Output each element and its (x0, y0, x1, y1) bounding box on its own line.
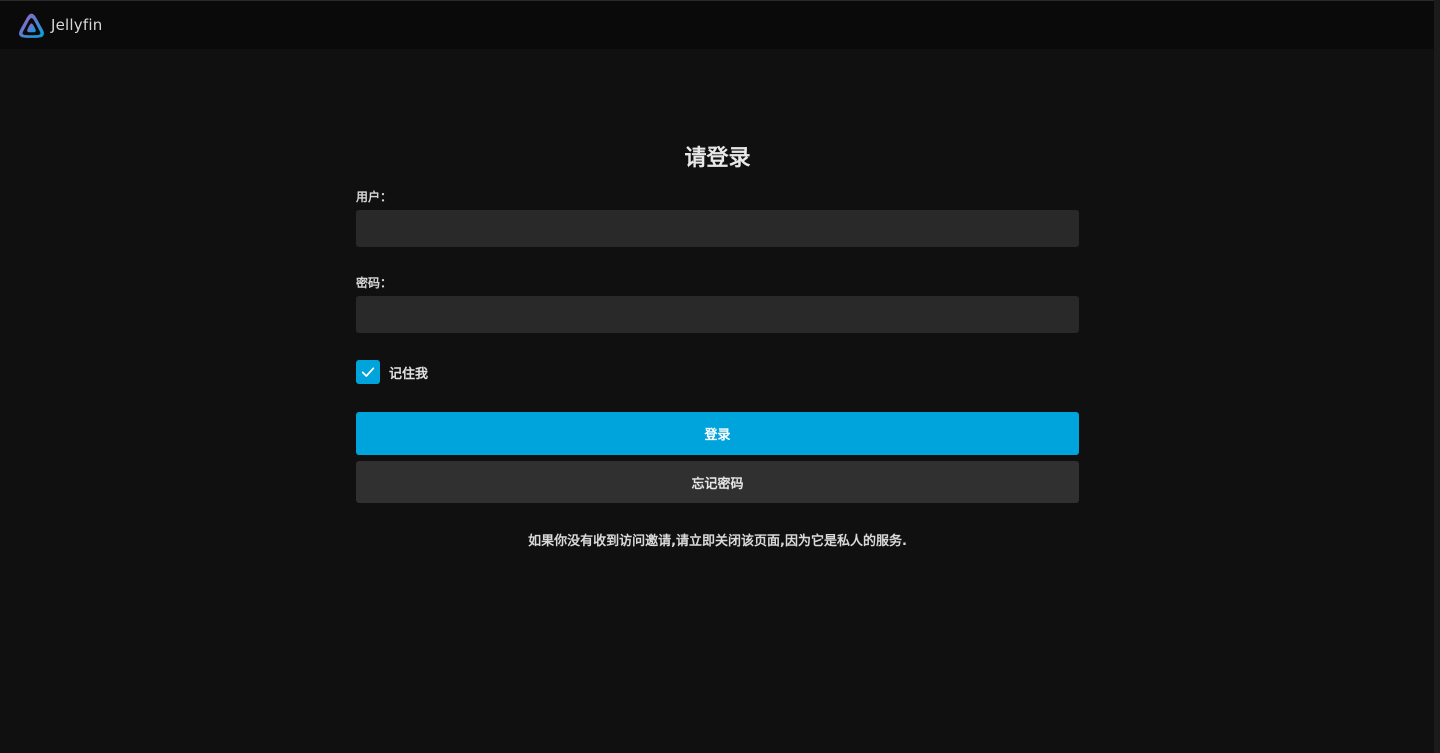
page-scrollbar[interactable] (1434, 0, 1440, 753)
checkmark-icon (361, 367, 375, 377)
login-button[interactable]: 登录 (356, 412, 1079, 455)
jellyfin-logo-icon (19, 13, 44, 38)
remember-me-checkbox[interactable] (356, 360, 380, 384)
password-input[interactable] (356, 296, 1079, 333)
brand-name: Jellyfin (51, 16, 103, 34)
login-form: 请登录 用户： 密码： 记住我 登录 忘记密码 如果你没有收到访问邀请,请立即关… (356, 140, 1079, 549)
page-title: 请登录 (684, 146, 751, 171)
forgot-password-button[interactable]: 忘记密码 (356, 461, 1079, 503)
private-server-disclaimer: 如果你没有收到访问邀请,请立即关闭该页面,因为它是私人的服务. (528, 534, 907, 549)
brand-logo[interactable]: Jellyfin (18, 11, 102, 39)
remember-me-label[interactable]: 记住我 (389, 363, 428, 382)
app-header: Jellyfin (0, 0, 1440, 49)
username-input[interactable] (356, 210, 1079, 247)
remember-me-row[interactable]: 记住我 (356, 360, 1079, 384)
password-label: 密码： (356, 276, 393, 290)
username-label: 用户： (356, 190, 393, 204)
